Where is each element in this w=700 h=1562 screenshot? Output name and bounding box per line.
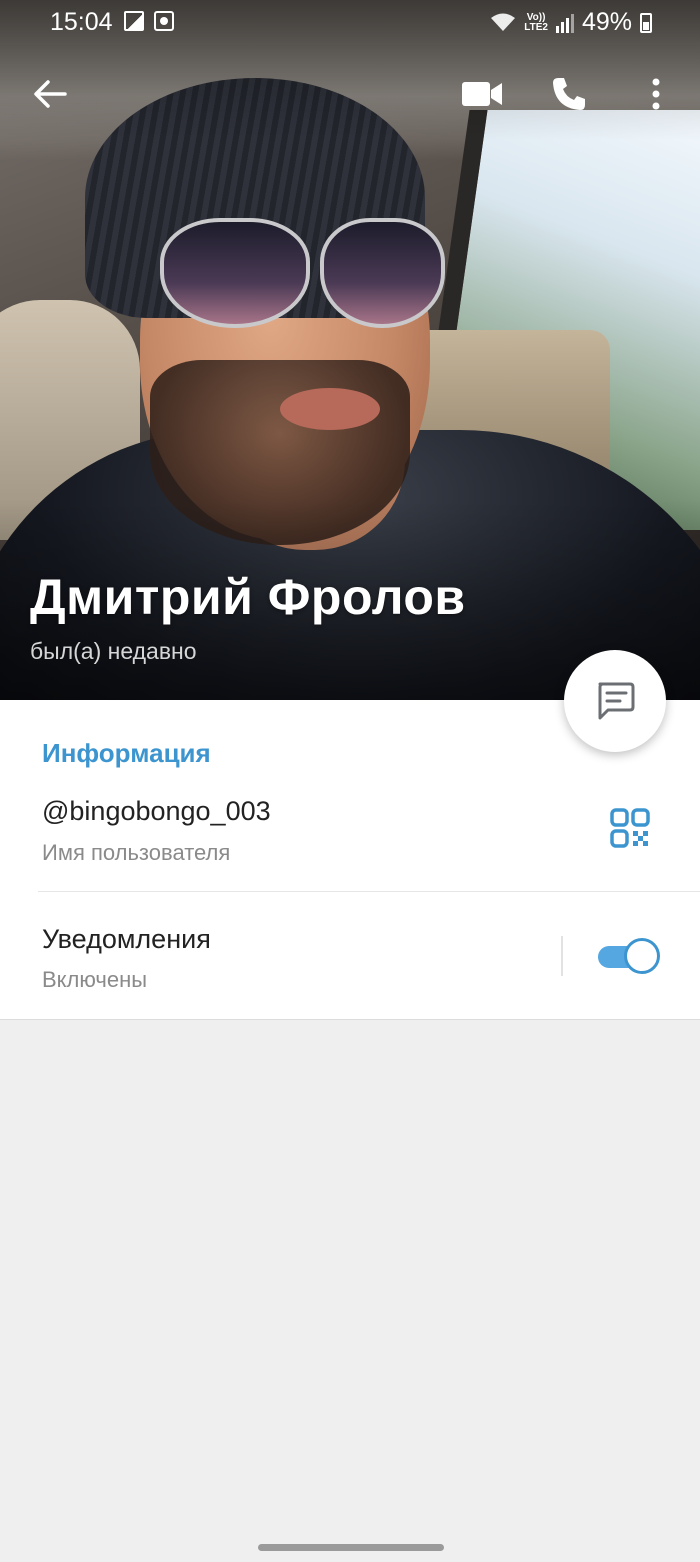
right-lens [320, 218, 445, 328]
battery-icon [640, 12, 652, 33]
left-lens [160, 218, 310, 328]
network-type: Vo)) LTE2 [524, 11, 548, 33]
notifications-title[interactable]: Уведомления [42, 924, 211, 955]
voice-call-button[interactable] [543, 68, 595, 120]
more-options-button[interactable] [630, 68, 682, 120]
back-button[interactable] [24, 68, 76, 120]
row-divider [38, 891, 700, 892]
notifications-toggle[interactable] [598, 938, 660, 974]
status-time: 15:04 [50, 8, 113, 36]
video-call-button[interactable] [456, 68, 508, 120]
gesture-nav-handle[interactable] [258, 1544, 444, 1551]
username-label: Имя пользователя [42, 840, 231, 865]
info-section-title: Информация [42, 738, 211, 768]
wifi-icon [491, 13, 516, 31]
phone-icon [553, 78, 585, 110]
gallery-notification-icon [124, 11, 144, 31]
photo-sunglasses [160, 218, 450, 338]
lte-label: LTE2 [524, 21, 548, 33]
notifications-state: Включены [42, 967, 148, 992]
more-vertical-icon [652, 78, 660, 110]
username-value[interactable]: @bingobongo_003 [42, 796, 271, 827]
signal-icon [555, 13, 574, 33]
arrow-left-icon [34, 80, 67, 108]
volte-label: Vo)) [526, 11, 546, 23]
status-bar: 15:04 Vo)) LTE2 49% [0, 0, 700, 44]
qr-code-icon [610, 808, 650, 848]
vertical-separator [561, 936, 563, 976]
battery-percent: 49% [581, 8, 632, 36]
last-seen-status: был(а) недавно [30, 638, 197, 664]
status-right: Vo)) LTE2 49% [490, 8, 652, 37]
screen-record-icon [154, 11, 174, 31]
photo-lips [280, 388, 380, 430]
video-camera-icon [462, 82, 502, 106]
profile-name: Дмитрий Фролов [30, 569, 466, 625]
message-icon [598, 682, 635, 720]
toggle-knob [624, 938, 660, 974]
send-message-button[interactable] [564, 650, 666, 752]
qr-code-button[interactable] [610, 808, 658, 856]
